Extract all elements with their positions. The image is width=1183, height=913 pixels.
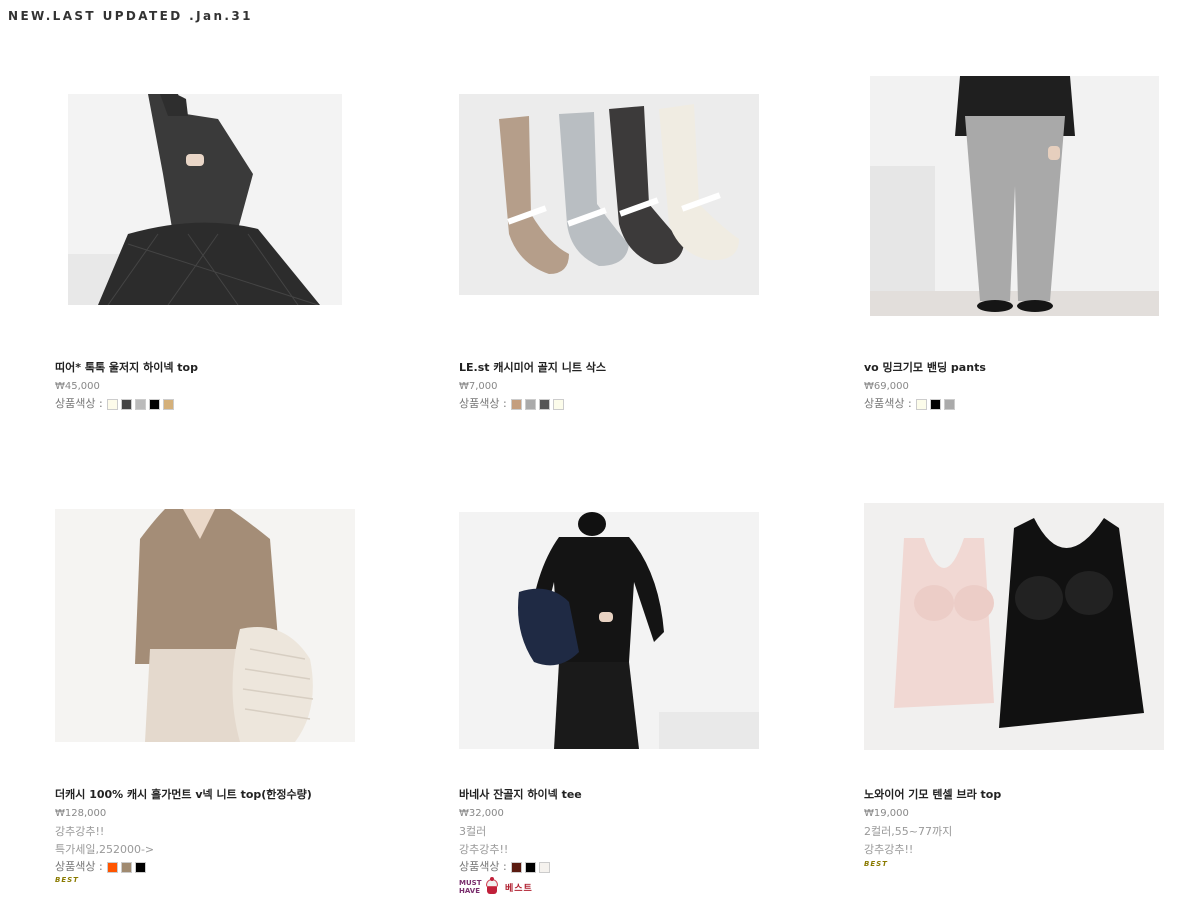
product-image[interactable] [864, 503, 1164, 750]
product-image[interactable] [459, 512, 759, 749]
color-chip [134, 398, 146, 410]
product-price: ₩128,000 [55, 808, 107, 819]
color-chip [106, 398, 118, 410]
color-chip [943, 398, 955, 410]
product-note: 강추강추!! [55, 825, 105, 838]
color-label: 상품색상 : [459, 860, 507, 873]
color-swatches: 상품색상 : [459, 859, 789, 875]
color-swatches: 상품색상 : [459, 396, 789, 412]
color-label: 상품색상 : [459, 397, 507, 410]
product-price: ₩69,000 [864, 381, 909, 392]
page-title: NEW.LAST UPDATED .Jan.31 [8, 9, 253, 23]
product-photo [68, 94, 342, 305]
product-photo [870, 76, 1159, 316]
product-price: ₩19,000 [864, 808, 909, 819]
best-badge: BEST [55, 876, 79, 884]
color-swatches: 상품색상 : [55, 396, 385, 412]
color-label: 상품색상 : [864, 397, 912, 410]
color-chip [148, 398, 160, 410]
color-chip [524, 398, 536, 410]
product-image[interactable] [870, 76, 1159, 316]
color-chip [120, 398, 132, 410]
color-label: 상품색상 : [55, 860, 103, 873]
badge-icons: MUST HAVE 베스트 [459, 877, 789, 895]
color-chip [552, 398, 564, 410]
color-chip [524, 861, 536, 873]
product-name[interactable]: 띠어* 톡톡 울저지 하이넥 top [55, 360, 385, 376]
product-note: 2컬러,55~77까지 [864, 825, 953, 838]
product-photo [864, 503, 1164, 750]
color-label: 상품색상 : [55, 397, 103, 410]
product-image[interactable] [68, 94, 342, 305]
color-chip [120, 861, 132, 873]
product-name[interactable]: 노와이어 기모 텐셀 브라 top [864, 787, 1183, 803]
must-have-badge: MUST HAVE [459, 879, 482, 895]
product-photo [459, 512, 759, 749]
cupcake-icon [483, 877, 501, 895]
color-chip [162, 398, 174, 410]
best-kr-badge: 베스트 [505, 883, 533, 894]
product-note: 강추강추!! [864, 843, 914, 856]
color-chip [510, 861, 522, 873]
product-name[interactable]: 더캐시 100% 캐시 홀가먼트 v넥 니트 top(한정수량) [55, 787, 385, 803]
product-name[interactable]: vo 밍크기모 밴딩 pants [864, 360, 1183, 376]
color-chip [538, 861, 550, 873]
product-image[interactable] [55, 509, 355, 742]
color-chip [106, 861, 118, 873]
product-image[interactable] [459, 94, 759, 295]
product-note: 강추강추!! [459, 843, 509, 856]
product-photo [459, 94, 759, 295]
product-note: 3컬러 [459, 825, 487, 838]
product-price: ₩45,000 [55, 381, 100, 392]
product-name[interactable]: LE.st 캐시미어 골지 니트 삭스 [459, 360, 789, 376]
best-badge: BEST [864, 860, 888, 868]
color-chip [538, 398, 550, 410]
color-chip [915, 398, 927, 410]
product-note: 특가세일,252000-> [55, 843, 155, 856]
color-swatches: 상품색상 : [864, 396, 1183, 412]
product-price: ₩32,000 [459, 808, 504, 819]
color-chip [134, 861, 146, 873]
color-chip [510, 398, 522, 410]
product-name[interactable]: 바네사 잔골지 하이넥 tee [459, 787, 789, 803]
color-swatches: 상품색상 : [55, 859, 385, 875]
color-chip [929, 398, 941, 410]
product-price: ₩7,000 [459, 381, 498, 392]
product-photo [55, 509, 355, 742]
